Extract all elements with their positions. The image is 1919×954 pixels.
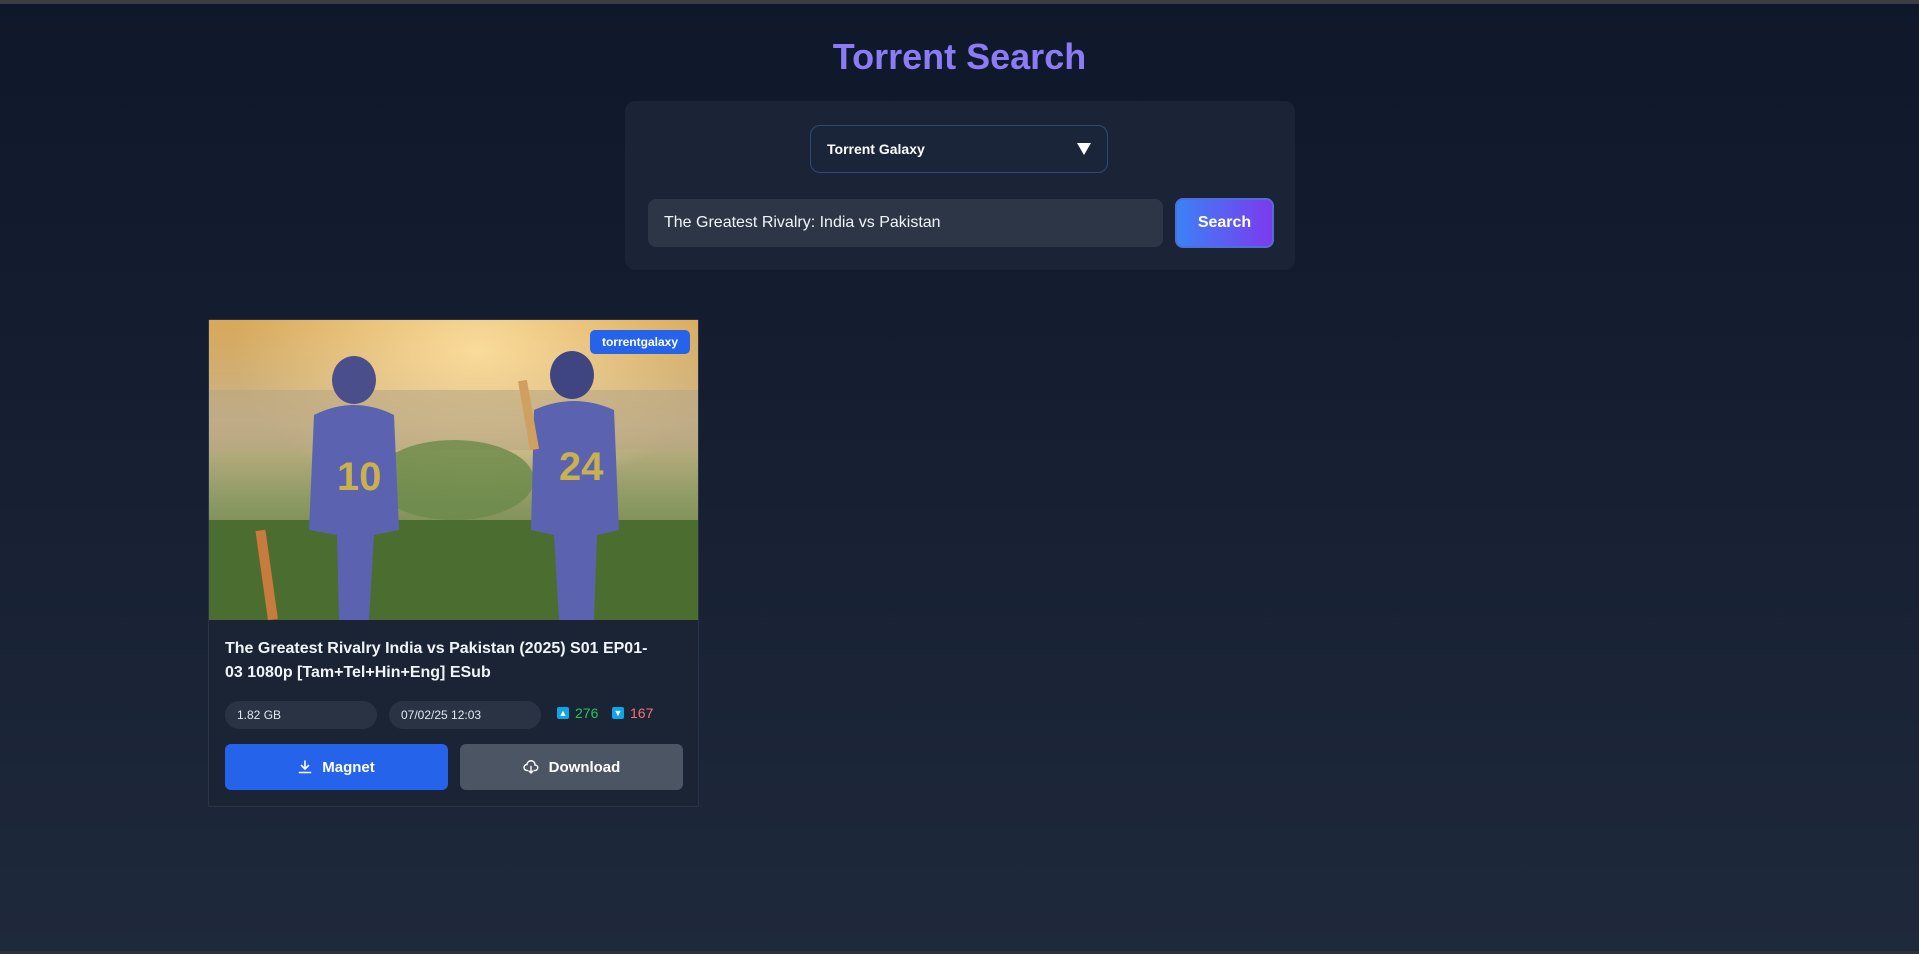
svg-text:24: 24 — [559, 445, 604, 489]
arrow-down-icon: ▼ — [612, 707, 624, 719]
arrow-up-icon: ▲ — [557, 707, 569, 719]
date-chip: 07/02/25 12:03 — [389, 701, 541, 729]
magnet-button-label: Magnet — [322, 758, 375, 776]
page-title: Torrent Search — [832, 36, 1087, 77]
search-input[interactable] — [648, 199, 1163, 247]
magnet-button[interactable]: Magnet — [225, 744, 448, 790]
search-button[interactable]: Search — [1175, 198, 1274, 248]
download-button[interactable]: Download — [460, 744, 683, 790]
provider-select[interactable]: Torrent Galaxy — [810, 125, 1108, 173]
provider-select-value: Torrent Galaxy — [827, 141, 925, 157]
window-top-border — [0, 0, 1919, 4]
seeders-stat: ▲ 276 — [557, 705, 598, 721]
search-panel: Torrent Galaxy Search — [625, 101, 1295, 270]
seeders-count: 276 — [575, 705, 599, 721]
cloud-download-icon — [523, 760, 539, 774]
chevron-down-icon — [1077, 143, 1091, 155]
download-button-label: Download — [548, 758, 621, 776]
source-badge: torrentgalaxy — [589, 330, 690, 354]
download-icon — [298, 760, 312, 774]
svg-text:10: 10 — [337, 455, 382, 499]
result-title: The Greatest Rivalry India vs Pakistan (… — [225, 640, 648, 681]
leechers-stat: ▼ 167 — [612, 705, 653, 721]
thumbnail-image: 10 24 — [209, 320, 698, 620]
result-thumbnail: 10 24 torrentgalaxy — [209, 320, 698, 620]
size-chip: 1.82 GB — [225, 701, 377, 729]
leechers-count: 167 — [630, 705, 654, 721]
result-card: 10 24 torrentgalaxy The Greatest Rivalry… — [208, 319, 699, 807]
